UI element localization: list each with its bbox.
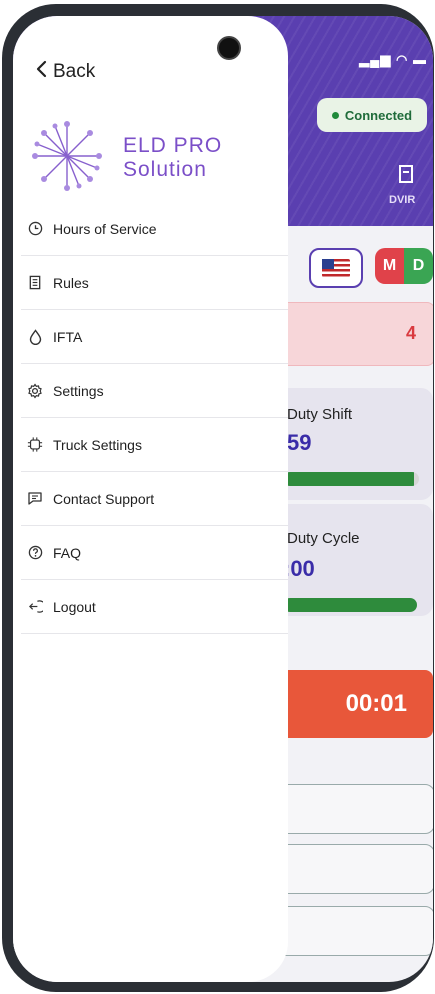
menu-item-label: Truck Settings — [53, 436, 142, 453]
back-button[interactable]: Back — [35, 60, 95, 84]
menu-item-faq[interactable]: FAQ — [21, 526, 288, 580]
chevron-left-icon — [35, 60, 47, 84]
status-bar-icons: ▂▄▆ ◠ ▬ — [359, 52, 427, 68]
gear-icon — [27, 382, 43, 399]
menu-item-label: Logout — [53, 598, 96, 615]
starburst-logo-icon — [32, 121, 102, 191]
fuel-drop-icon — [27, 328, 43, 345]
us-flag-icon — [322, 259, 350, 277]
card-title: Duty Cycle — [287, 530, 360, 547]
menu-item-label: FAQ — [53, 544, 82, 561]
signal-icon: ▂▄▆ — [359, 52, 392, 67]
back-label: Back — [53, 61, 96, 82]
rules-book-icon — [27, 275, 43, 291]
brand-name-line1: ELD PRO — [123, 134, 223, 157]
question-icon — [27, 545, 43, 561]
menu-item-label: Hours of Service — [53, 220, 157, 237]
timer-value: 00:01 — [345, 690, 407, 717]
menu-item-hours-of-service[interactable]: Hours of Service — [21, 202, 288, 256]
card-value: 59 — [287, 430, 312, 455]
logout-icon — [27, 599, 43, 615]
mode-badges[interactable]: M D — [375, 248, 433, 284]
menu-item-settings[interactable]: Settings — [21, 364, 288, 418]
connection-status: Connected — [344, 107, 413, 123]
menu-item-contact-support[interactable]: Contact Support — [21, 472, 288, 526]
menu-item-label: Contact Support — [53, 490, 155, 507]
menu-item-ifta[interactable]: IFTA — [21, 310, 288, 364]
mode-m-badge[interactable]: M — [375, 248, 404, 284]
duty-cycle-progress — [283, 598, 417, 612]
phone-frame: ▂▄▆ ◠ ▬ Connected DT DVIR M D 4 — [2, 4, 434, 992]
country-flag-button[interactable] — [309, 248, 363, 288]
clock-icon — [27, 221, 43, 237]
menu-item-logout[interactable]: Logout — [21, 580, 288, 634]
camera-icon — [217, 36, 241, 60]
menu-item-label: Rules — [53, 274, 89, 291]
brand-name-line2: Solution — [123, 158, 207, 181]
screen: ▂▄▆ ◠ ▬ Connected DT DVIR M D 4 — [13, 16, 433, 982]
card-title: Duty Shift — [287, 406, 353, 423]
navigation-drawer: Back ELD PRO Solution Hours of Service R… — [13, 16, 288, 982]
clipboard-icon[interactable] — [397, 164, 415, 189]
tab-dvir[interactable]: DVIR — [389, 194, 415, 206]
menu-item-label: Settings — [53, 382, 104, 399]
status-dot-icon — [331, 111, 339, 119]
duty-shift-progress — [283, 472, 419, 486]
chat-icon — [27, 491, 43, 507]
wifi-icon: ◠ — [396, 52, 409, 67]
alert-count: 4 — [405, 323, 416, 343]
menu-item-truck-settings[interactable]: Truck Settings — [21, 418, 288, 472]
connection-badge: Connected — [317, 98, 427, 132]
mode-d-badge[interactable]: D — [404, 248, 433, 284]
truck-chip-icon — [27, 437, 43, 453]
menu-item-label: IFTA — [53, 328, 83, 345]
drawer-menu: Hours of Service Rules IFTA Settings Tru… — [21, 202, 288, 634]
battery-icon: ▬ — [413, 52, 427, 67]
menu-item-rules[interactable]: Rules — [21, 256, 288, 310]
